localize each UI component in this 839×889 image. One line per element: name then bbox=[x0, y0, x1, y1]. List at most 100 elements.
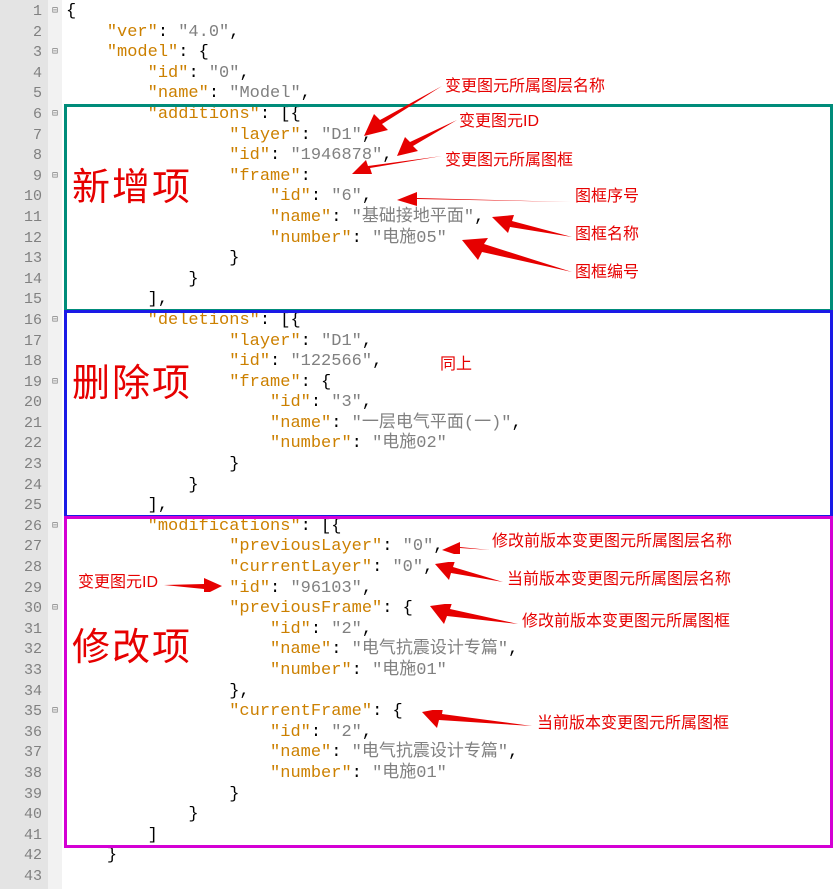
fold-toggle-icon[interactable]: ⊟ bbox=[48, 599, 62, 620]
line-number: 29 bbox=[0, 579, 42, 600]
fold-spacer bbox=[48, 785, 62, 806]
code-line[interactable]: "number": "电施02" bbox=[66, 434, 839, 455]
code-line[interactable]: } bbox=[66, 455, 839, 476]
code-line[interactable]: }, bbox=[66, 682, 839, 703]
line-number: 38 bbox=[0, 764, 42, 785]
code-line[interactable]: "modifications": [{ bbox=[66, 517, 839, 538]
code-line[interactable]: "previousLayer": "0", bbox=[66, 537, 839, 558]
code-line[interactable]: "number": "电施05" bbox=[66, 229, 839, 250]
fold-spacer bbox=[48, 352, 62, 373]
fold-spacer bbox=[48, 723, 62, 744]
code-line[interactable]: "id": "2", bbox=[66, 723, 839, 744]
fold-toggle-icon[interactable]: ⊟ bbox=[48, 43, 62, 64]
code-line[interactable]: "name": "基础接地平面", bbox=[66, 208, 839, 229]
fold-column: ⊟ ⊟ ⊟ ⊟ ⊟ ⊟ ⊟ ⊟ ⊟ bbox=[48, 0, 62, 889]
line-number: 5 bbox=[0, 84, 42, 105]
fold-spacer bbox=[48, 661, 62, 682]
line-number: 2 bbox=[0, 23, 42, 44]
code-line[interactable]: } bbox=[66, 785, 839, 806]
code-line[interactable]: "id": "0", bbox=[66, 64, 839, 85]
fold-toggle-icon[interactable]: ⊟ bbox=[48, 517, 62, 538]
code-line[interactable]: } bbox=[66, 270, 839, 291]
fold-spacer bbox=[48, 434, 62, 455]
fold-toggle-icon[interactable]: ⊟ bbox=[48, 167, 62, 188]
line-number: 26 bbox=[0, 517, 42, 538]
line-number: 18 bbox=[0, 352, 42, 373]
fold-spacer bbox=[48, 187, 62, 208]
fold-spacer bbox=[48, 579, 62, 600]
code-line[interactable]: "number": "电施01" bbox=[66, 661, 839, 682]
code-line[interactable]: "ver": "4.0", bbox=[66, 23, 839, 44]
fold-toggle-icon[interactable]: ⊟ bbox=[48, 2, 62, 23]
code-line[interactable]: "currentFrame": { bbox=[66, 702, 839, 723]
fold-spacer bbox=[48, 826, 62, 847]
code-editor: 1234567891011121314151617181920212223242… bbox=[0, 0, 839, 889]
line-number: 33 bbox=[0, 661, 42, 682]
fold-spacer bbox=[48, 640, 62, 661]
fold-spacer bbox=[48, 558, 62, 579]
code-line[interactable]: "id": "3", bbox=[66, 393, 839, 414]
code-line[interactable]: "id": "6", bbox=[66, 187, 839, 208]
fold-spacer bbox=[48, 332, 62, 353]
line-number: 25 bbox=[0, 496, 42, 517]
code-line[interactable]: ], bbox=[66, 290, 839, 311]
line-number: 36 bbox=[0, 723, 42, 744]
fold-spacer bbox=[48, 682, 62, 703]
line-number: 17 bbox=[0, 332, 42, 353]
code-line[interactable]: "name": "Model", bbox=[66, 84, 839, 105]
fold-spacer bbox=[48, 414, 62, 435]
fold-spacer bbox=[48, 764, 62, 785]
code-line[interactable]: } bbox=[66, 805, 839, 826]
fold-spacer bbox=[48, 290, 62, 311]
line-number: 13 bbox=[0, 249, 42, 270]
line-number: 12 bbox=[0, 229, 42, 250]
code-line[interactable]: "deletions": [{ bbox=[66, 311, 839, 332]
code-line[interactable]: ], bbox=[66, 496, 839, 517]
code-area[interactable]: { "ver": "4.0", "model": { "id": "0", "n… bbox=[62, 2, 839, 888]
line-number: 6 bbox=[0, 105, 42, 126]
fold-toggle-icon[interactable]: ⊟ bbox=[48, 105, 62, 126]
code-line[interactable]: "model": { bbox=[66, 43, 839, 64]
fold-spacer bbox=[48, 23, 62, 44]
code-line[interactable]: } bbox=[66, 846, 839, 867]
code-line[interactable]: } bbox=[66, 249, 839, 270]
code-line[interactable]: "id": "96103", bbox=[66, 579, 839, 600]
line-number: 34 bbox=[0, 682, 42, 703]
code-line[interactable]: "id": "122566", bbox=[66, 352, 839, 373]
fold-toggle-icon[interactable]: ⊟ bbox=[48, 702, 62, 723]
code-line[interactable]: "name": "一层电气平面(一)", bbox=[66, 414, 839, 435]
line-number: 28 bbox=[0, 558, 42, 579]
fold-spacer bbox=[48, 805, 62, 826]
line-number: 19 bbox=[0, 373, 42, 394]
code-line[interactable]: ] bbox=[66, 826, 839, 847]
code-line[interactable]: "frame": { bbox=[66, 373, 839, 394]
line-number: 27 bbox=[0, 537, 42, 558]
line-number-gutter: 1234567891011121314151617181920212223242… bbox=[0, 0, 48, 889]
fold-spacer bbox=[48, 126, 62, 147]
fold-spacer bbox=[48, 229, 62, 250]
code-line[interactable]: "name": "电气抗震设计专篇", bbox=[66, 743, 839, 764]
code-line[interactable]: "id": "1946878", bbox=[66, 146, 839, 167]
fold-toggle-icon[interactable]: ⊟ bbox=[48, 373, 62, 394]
line-number: 30 bbox=[0, 599, 42, 620]
code-line[interactable]: { bbox=[66, 2, 839, 23]
code-line[interactable]: "name": "电气抗震设计专篇", bbox=[66, 640, 839, 661]
fold-spacer bbox=[48, 743, 62, 764]
line-number: 21 bbox=[0, 414, 42, 435]
code-line[interactable]: "frame": bbox=[66, 167, 839, 188]
code-line[interactable]: "additions": [{ bbox=[66, 105, 839, 126]
code-line[interactable]: "layer": "D1", bbox=[66, 332, 839, 353]
line-number: 7 bbox=[0, 126, 42, 147]
line-number: 39 bbox=[0, 785, 42, 806]
fold-toggle-icon[interactable]: ⊟ bbox=[48, 311, 62, 332]
line-number: 40 bbox=[0, 805, 42, 826]
code-line[interactable] bbox=[66, 867, 839, 888]
code-line[interactable]: "layer": "D1", bbox=[66, 126, 839, 147]
code-line[interactable]: "previousFrame": { bbox=[66, 599, 839, 620]
fold-spacer bbox=[48, 867, 62, 888]
code-line[interactable]: "number": "电施01" bbox=[66, 764, 839, 785]
code-line[interactable]: } bbox=[66, 476, 839, 497]
code-line[interactable]: "currentLayer": "0", bbox=[66, 558, 839, 579]
line-number: 43 bbox=[0, 867, 42, 888]
code-line[interactable]: "id": "2", bbox=[66, 620, 839, 641]
